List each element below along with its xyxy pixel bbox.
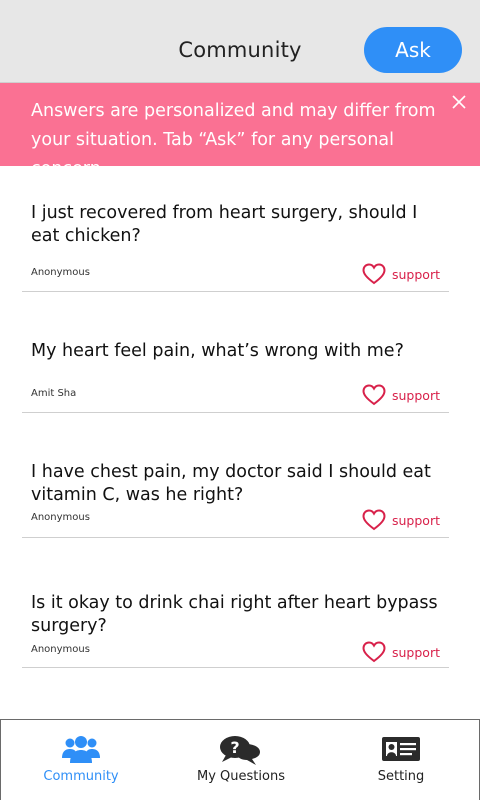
id-card-icon [382,737,420,761]
close-icon[interactable] [450,93,468,111]
question-text[interactable]: My heart feel pain, what’s wrong with me… [31,340,451,363]
tab-setting[interactable]: Setting [321,720,480,800]
disclaimer-banner: Answers are personalized and may differ … [0,83,480,179]
top-bar: Community Ask [0,0,480,83]
author-name: Anonymous [31,644,90,655]
heart-icon [362,509,386,531]
bottom-tab-bar: Community ? My Questions Setting [0,719,480,800]
support-label: support [392,512,440,528]
question-feed: I just recovered from heart surgery, sho… [0,166,480,719]
svg-text:?: ? [230,738,239,757]
question-card[interactable]: Is it okay to drink chai right after hea… [22,538,449,668]
question-text[interactable]: I just recovered from heart surgery, sho… [31,202,451,248]
heart-icon [362,263,386,285]
support-label: support [392,644,440,660]
support-button[interactable]: support [362,384,440,406]
tab-my-questions-label: My Questions [197,769,285,784]
question-text[interactable]: Is it okay to drink chai right after hea… [31,592,451,638]
author-name: Amit Sha [31,388,77,399]
support-label: support [392,387,440,403]
tab-community[interactable]: Community [1,720,161,800]
question-card[interactable]: My heart feel pain, what’s wrong with me… [22,292,449,413]
author-name: Anonymous [31,267,90,278]
tab-setting-label: Setting [377,769,425,784]
community-icon [62,736,100,763]
question-card[interactable]: I just recovered from heart surgery, sho… [22,166,449,292]
author-name: Anonymous [31,512,90,523]
question-card[interactable]: I have chest pain, my doctor said I shou… [22,413,449,538]
tab-my-questions[interactable]: ? My Questions [161,720,321,800]
support-button[interactable]: support [362,641,440,663]
heart-icon [362,384,386,406]
support-button[interactable]: support [362,509,440,531]
support-label: support [392,266,440,282]
heart-icon [362,641,386,663]
question-text[interactable]: I have chest pain, my doctor said I shou… [31,461,451,507]
support-button[interactable]: support [362,263,440,285]
tab-community-label: Community [43,769,119,784]
ask-button[interactable]: Ask [364,27,462,73]
question-bubbles-icon: ? [220,736,260,765]
